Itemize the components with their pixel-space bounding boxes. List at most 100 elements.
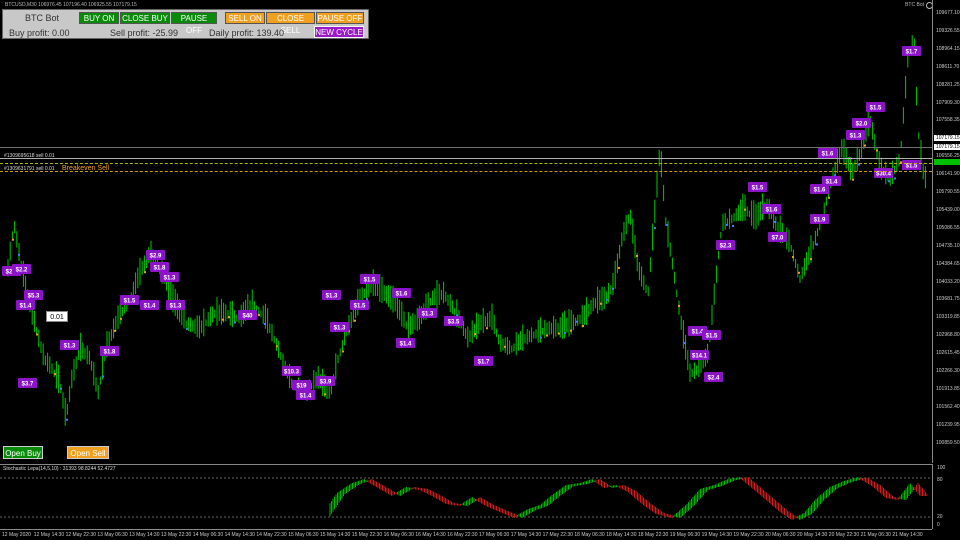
stochastic-plot [0, 477, 932, 520]
time-axis-label: 15 May 06:30 [288, 532, 319, 538]
price-axis-label: 102968.80 [936, 332, 960, 339]
price-axis-label: 105790.55 [936, 189, 960, 195]
trade-arrow [486, 327, 488, 330]
time-axis-label: 13 May 22:30 [161, 532, 192, 538]
profit-tag: $1.5 [748, 182, 767, 192]
profit-tag: $10.3 [282, 366, 301, 376]
trade-arrow [894, 177, 896, 180]
trade-arrow [558, 332, 560, 335]
panel-title: BTC Bot [25, 13, 60, 23]
trade-arrow [342, 350, 344, 353]
trade-arrow [606, 298, 608, 301]
profit-tag: $1.5 [350, 300, 369, 310]
trade-arrow [18, 253, 20, 256]
trade-arrow [228, 316, 230, 319]
price-axis-label: 107179.15 [934, 135, 960, 142]
profit-tag: $1.4 [16, 300, 35, 310]
trade-arrow [810, 258, 812, 261]
order-line-1-label: #1309695618 sell 0.01 [4, 153, 55, 159]
profit-tag-label: $1.6 [822, 152, 834, 158]
profit-tag: $7.0 [768, 232, 787, 242]
profit-tag-label: $1.3 [164, 276, 176, 282]
new-cycle-button[interactable]: NEW CYCLE [314, 26, 364, 38]
profit-tag-label: $2.4 [708, 376, 720, 382]
close-buy-button[interactable]: CLOSE BUY [120, 12, 170, 24]
stochastic-axis-label: 0 [937, 522, 940, 528]
time-axis-label: 20 May 06:30 [765, 532, 796, 538]
time-axis-label: 14 May 22:30 [256, 532, 287, 538]
price-axis-label: 107558.35 [936, 117, 960, 124]
profit-tag-label: $3.5 [448, 320, 460, 326]
profit-tag-label: $1.8 [104, 350, 116, 356]
price-axis-label: 103681.75 [936, 296, 960, 303]
trade-arrow [324, 393, 326, 396]
breakeven-line[interactable] [0, 171, 932, 172]
price-axis-label: 104384.65 [936, 260, 960, 267]
trade-arrow [726, 223, 728, 226]
trade-arrow [678, 304, 680, 307]
profit-tag-label: $1.8 [154, 266, 166, 272]
trade-arrow [264, 323, 266, 326]
profit-tag-label: $1.4 [300, 394, 312, 400]
trade-arrow [60, 387, 62, 390]
price-axis-label: 107909.30 [936, 99, 960, 106]
price-axis-label: 101913.85 [936, 385, 960, 392]
sell-on-button[interactable]: SELL ON [225, 12, 265, 24]
profit-tag: $40 [238, 310, 257, 320]
profit-tag-label: $1.5 [124, 299, 136, 305]
trade-arrow [570, 329, 572, 332]
profit-tag: $30.4 [874, 168, 893, 178]
profit-tag: $1.6 [810, 184, 829, 194]
open-buy-button[interactable]: Open Buy [3, 446, 43, 459]
profit-tag-label: $1.3 [170, 304, 182, 310]
profit-tag: $1.6 [762, 204, 781, 214]
trade-arrow [852, 178, 854, 181]
profit-tag-label: $2.0 [856, 122, 868, 128]
open-sell-button[interactable]: Open Sell [67, 446, 109, 459]
time-axis-label: 16 May 06:30 [383, 532, 414, 538]
profit-tag: $1.3 [60, 340, 79, 350]
profit-tag: $1.6 [818, 148, 837, 158]
trade-arrow [102, 375, 104, 378]
trade-arrow [816, 243, 818, 246]
time-axis-label: 14 May 14:30 [224, 532, 255, 538]
close-sell-button[interactable]: CLOSE SELL [266, 12, 315, 35]
order-line-2[interactable] [0, 163, 932, 164]
buy-on-button[interactable]: BUY ON [79, 12, 119, 24]
profit-tag: $1.5 [866, 102, 885, 112]
trade-arrow [276, 345, 278, 348]
breakeven-label: Breakeven Sell [62, 165, 110, 172]
trade-arrow [828, 196, 830, 199]
price-axis-label: 105086.55 [936, 224, 960, 231]
profit-tag-label: $1.9 [814, 218, 826, 224]
order-line-1[interactable] [0, 158, 932, 159]
profit-tag: $1.7 [474, 356, 493, 366]
trade-arrow [654, 227, 656, 230]
profit-tag-label: $1.3 [334, 326, 346, 332]
trade-arrow [876, 149, 878, 152]
profit-tag: $14.1 [690, 350, 709, 360]
pause-sell-button[interactable]: PAUSE OFF [316, 12, 364, 24]
trade-arrow [636, 255, 638, 258]
price-axis-label: 106141.90 [936, 171, 960, 178]
price-axis-label: 103319.85 [936, 314, 960, 321]
time-axis-label: 21 May 14:30 [892, 532, 923, 538]
trade-arrow [774, 221, 776, 224]
profit-tag-label: $1.3 [422, 312, 434, 318]
trade-arrow [66, 418, 68, 421]
price-line [0, 147, 932, 148]
price-chart[interactable]: $2.1$2.2$5.3$1.4$3.7$1.3$1.8$1.5$1.4$2.9… [0, 0, 932, 463]
profit-tag: $1.9 [810, 214, 829, 224]
trade-arrow [684, 342, 686, 345]
candles [7, 35, 926, 426]
profit-tag-label: $2.2 [16, 268, 28, 274]
profit-tag-label: $1.4 [20, 304, 32, 310]
profit-tag-label: $1.6 [766, 208, 778, 214]
lot-size-tooltip: 0.01 [46, 311, 68, 322]
profit-tag-label: $1.4 [400, 342, 412, 348]
time-axis-label: 12 May 2020 [2, 532, 31, 538]
profit-tag-label: $1.7 [478, 360, 490, 366]
time-axis-label: 20 May 14:30 [797, 532, 828, 538]
trade-arrow [744, 208, 746, 211]
pause-buy-button[interactable]: PAUSE OFF [171, 12, 217, 35]
